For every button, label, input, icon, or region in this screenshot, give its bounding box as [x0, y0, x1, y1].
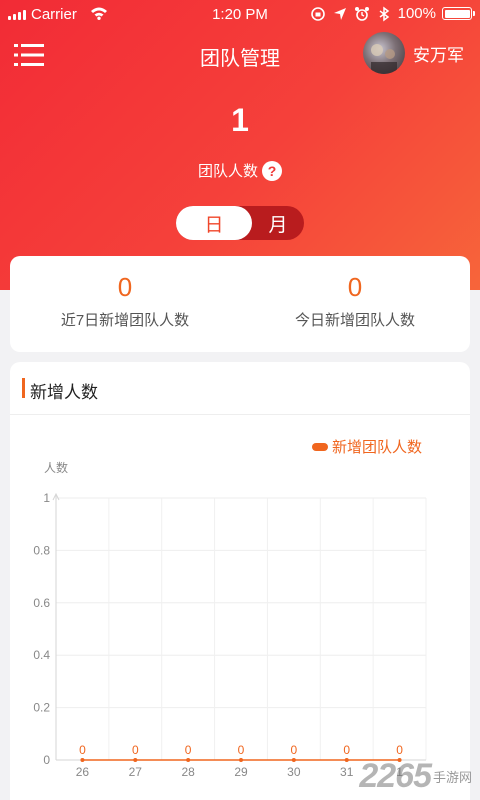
data-label: 0	[396, 743, 403, 757]
user-name: 安万军	[413, 45, 464, 65]
y-tick-label: 0.8	[33, 543, 50, 557]
status-right: 100%	[310, 5, 475, 22]
watermark-brand: 2265	[359, 757, 432, 795]
data-label: 0	[132, 743, 139, 757]
bluetooth-icon	[379, 6, 389, 21]
data-point	[291, 758, 296, 762]
data-label: 0	[185, 743, 192, 757]
stat-label: 今日新增团队人数	[294, 312, 415, 329]
help-icon[interactable]: ?	[262, 160, 282, 181]
team-label: 团队人数	[197, 163, 258, 180]
status-bar: Carrier 1:20 PM 100%	[0, 0, 480, 30]
y-tick-label: 0.6	[33, 596, 50, 610]
alarm-icon	[354, 6, 369, 21]
stat-today: 0 今日新增团队人数	[240, 256, 470, 330]
stat-value: 0	[347, 272, 363, 302]
x-tick-label: 29	[234, 765, 248, 779]
user-profile[interactable]: 安万军	[363, 32, 464, 74]
stat-last-7-days: 0 近7日新增团队人数	[10, 256, 240, 330]
battery-icon	[442, 7, 475, 20]
location-icon	[333, 7, 346, 20]
stat-label: 近7日新增团队人数	[60, 312, 190, 329]
team-label-row: 团队人数 ?	[0, 160, 480, 181]
orientation-lock-icon	[310, 6, 325, 21]
y-tick-label: 0	[43, 753, 50, 767]
x-tick-label: 30	[287, 765, 301, 779]
stats-card: 0 近7日新增团队人数 0 今日新增团队人数	[10, 256, 470, 352]
watermark-logo: 2265 手游网	[359, 757, 472, 796]
period-toggle[interactable]: 日 月	[176, 206, 304, 240]
data-point	[133, 758, 138, 762]
line-chart: 人数00.20.40.60.8126027028029030031010	[33, 460, 427, 779]
chart-card: 新增人数 新增团队人数 人数 0 0.2 0.4 0.6 0.8 1 26 0 27 0 28 0 29 0…	[10, 362, 470, 800]
data-label: 0	[343, 743, 350, 757]
data-label: 0	[291, 743, 298, 757]
data-point	[186, 758, 191, 762]
data-point	[80, 758, 85, 762]
y-axis-label: 人数	[44, 460, 68, 475]
y-tick-label: 0.2	[33, 701, 50, 715]
battery-percent: 100%	[397, 5, 436, 22]
x-tick-label: 26	[76, 765, 90, 779]
y-tick-label: 0.4	[33, 648, 50, 662]
watermark-suffix: 手游网	[432, 770, 472, 785]
data-label: 0	[238, 743, 245, 757]
team-count: 1	[231, 102, 249, 138]
toggle-day[interactable]: 日	[176, 206, 252, 240]
avatar[interactable]	[363, 32, 405, 74]
toggle-month[interactable]: 月	[252, 206, 304, 240]
x-tick-label: 28	[181, 765, 195, 779]
data-point	[239, 758, 243, 762]
y-tick-label: 1	[43, 491, 50, 505]
nav-bar: 团队管理 安万军	[0, 30, 480, 80]
data-point	[344, 758, 349, 762]
x-tick-label: 31	[340, 765, 354, 779]
x-tick-label: 27	[129, 765, 143, 779]
stat-value: 0	[117, 272, 133, 302]
data-label: 0	[79, 743, 86, 757]
